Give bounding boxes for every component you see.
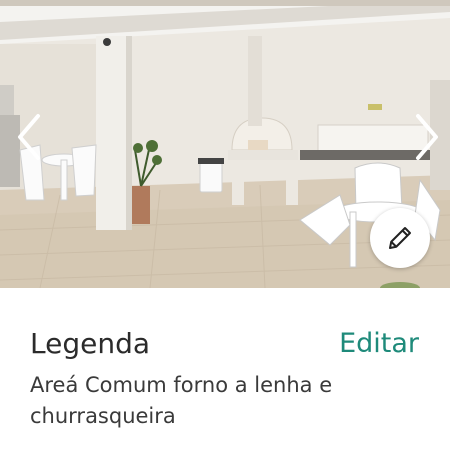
next-photo-button[interactable]: [412, 112, 442, 162]
edit-photo-button[interactable]: [370, 208, 430, 268]
caption-text: Areá Comum forno a lenha e churrasqueira: [30, 373, 333, 428]
pencil-icon: [389, 227, 411, 249]
chevron-right-icon: [416, 114, 438, 160]
chevron-left-icon: [18, 114, 40, 160]
caption-title: Legenda: [30, 327, 151, 360]
previous-photo-button[interactable]: [14, 112, 44, 162]
edit-caption-link[interactable]: Editar: [339, 326, 419, 362]
gallery-photo[interactable]: [0, 0, 450, 288]
